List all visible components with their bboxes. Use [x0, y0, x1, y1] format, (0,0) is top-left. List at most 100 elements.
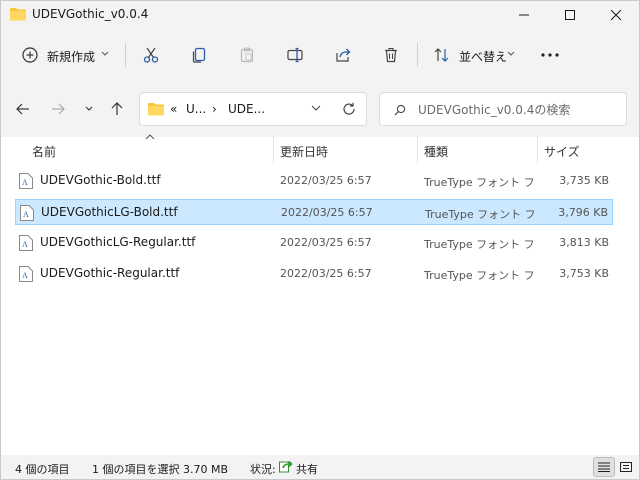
file-date: 2022/03/25 6:57 — [280, 174, 372, 187]
delete-button[interactable] — [377, 41, 405, 69]
cut-button[interactable] — [137, 41, 165, 69]
selection-info: 1 個の項目を選択 3.70 MB — [92, 463, 229, 476]
item-count: 4 個の項目 — [15, 463, 70, 476]
font-file-icon: A — [20, 205, 34, 221]
file-row[interactable]: A UDEVGothicLG-Bold.ttf 2022/03/25 6:57 … — [15, 199, 613, 225]
breadcrumb-overflow[interactable]: « — [170, 102, 177, 116]
font-file-icon: A — [19, 173, 33, 189]
back-button[interactable] — [11, 97, 35, 121]
column-size[interactable]: サイズ — [544, 143, 580, 160]
svg-text:A: A — [22, 178, 28, 187]
search-icon — [394, 104, 406, 116]
file-size: 3,753 KB — [559, 267, 609, 280]
file-list: 名前 更新日時 種類 サイズ A UDEVGothic-Bold.ttf 202… — [1, 134, 639, 455]
scissors-icon — [143, 47, 159, 63]
file-name: UDEVGothic-Bold.ttf — [40, 173, 161, 187]
forward-button[interactable] — [46, 97, 70, 121]
explorer-window: UDEVGothic_v0.0.4 新規作成 並べ替え « U... › UDE… — [0, 0, 640, 480]
file-date: 2022/03/25 6:57 — [280, 236, 372, 249]
status-bar: 4 個の項目 1 個の項目を選択 3.70 MB 状況: 共有 — [1, 455, 639, 479]
file-type: TrueType フォント フ... — [424, 269, 534, 282]
toolbar-divider — [125, 43, 126, 67]
file-name: UDEVGothicLG-Bold.ttf — [41, 205, 178, 219]
file-row[interactable]: A UDEVGothicLG-Regular.ttf 2022/03/25 6:… — [15, 230, 613, 256]
arrow-right-icon — [52, 103, 65, 115]
chevron-down-icon — [101, 51, 109, 56]
column-name[interactable]: 名前 — [32, 143, 56, 160]
minimize-icon — [519, 14, 529, 16]
copy-icon — [192, 47, 206, 63]
more-dots-icon — [541, 53, 559, 57]
column-divider[interactable] — [273, 137, 274, 163]
up-button[interactable] — [105, 97, 129, 121]
close-icon — [611, 10, 621, 20]
maximize-icon — [565, 10, 575, 20]
minimize-button[interactable] — [501, 1, 547, 29]
folder-icon — [148, 103, 164, 116]
search-input[interactable] — [418, 101, 618, 119]
svg-text:A: A — [22, 271, 28, 280]
file-name: UDEVGothic-Regular.ttf — [40, 266, 180, 280]
arrow-up-icon — [111, 102, 123, 115]
toolbar-divider — [417, 43, 418, 67]
breadcrumb-item[interactable]: UDE... — [228, 102, 265, 116]
tiles-view-button[interactable] — [615, 457, 637, 477]
file-type: TrueType フォント フ... — [424, 176, 534, 189]
breadcrumb-item[interactable]: U... — [186, 102, 206, 116]
copy-button[interactable] — [185, 41, 213, 69]
sort-button-label: 並べ替え — [459, 50, 508, 64]
file-name: UDEVGothicLG-Regular.ttf — [40, 235, 196, 249]
more-options-button[interactable] — [534, 41, 566, 69]
column-header: 名前 更新日時 種類 サイズ — [1, 134, 639, 165]
trash-icon — [385, 47, 397, 63]
maximize-button[interactable] — [547, 1, 593, 29]
share-status: 共有 — [296, 463, 318, 476]
file-date: 2022/03/25 6:57 — [281, 206, 373, 219]
sort-button[interactable]: 並べ替え — [427, 39, 521, 71]
share-button[interactable] — [329, 41, 357, 69]
rename-icon — [287, 47, 303, 63]
address-bar[interactable]: « U... › UDE... — [139, 92, 367, 126]
tiles-view-icon — [620, 462, 632, 472]
folder-icon — [10, 7, 26, 21]
chevron-down-icon — [507, 51, 515, 56]
column-type[interactable]: 種類 — [424, 143, 448, 160]
file-size: 3,796 KB — [558, 206, 608, 219]
file-type: TrueType フォント フ... — [425, 208, 535, 221]
column-divider[interactable] — [537, 137, 538, 163]
column-date[interactable]: 更新日時 — [280, 143, 328, 160]
state-label: 状況: — [250, 463, 276, 476]
file-size: 3,735 KB — [559, 174, 609, 187]
share-icon — [336, 48, 351, 62]
plus-circle-icon — [22, 47, 38, 63]
search-box[interactable] — [379, 92, 627, 126]
navigation-bar: « U... › UDE... — [1, 81, 639, 137]
details-view-button[interactable] — [593, 457, 615, 477]
chevron-down-icon — [85, 106, 93, 111]
svg-text:A: A — [23, 210, 29, 219]
paste-button[interactable] — [233, 41, 261, 69]
close-button[interactable] — [593, 1, 639, 29]
sort-arrows-icon — [434, 48, 449, 62]
font-file-icon: A — [19, 266, 33, 282]
window-title: UDEVGothic_v0.0.4 — [32, 7, 149, 21]
paste-icon — [240, 47, 254, 63]
chevron-down-icon[interactable] — [311, 105, 321, 112]
details-view-icon — [598, 462, 610, 472]
file-date: 2022/03/25 6:57 — [280, 267, 372, 280]
svg-text:A: A — [22, 240, 28, 249]
file-row[interactable]: A UDEVGothic-Regular.ttf 2022/03/25 6:57… — [15, 261, 613, 287]
breadcrumb-separator[interactable]: › — [212, 102, 217, 116]
column-divider[interactable] — [417, 137, 418, 163]
font-file-icon: A — [19, 235, 33, 251]
sort-up-caret-icon — [145, 134, 155, 140]
recent-locations-button[interactable] — [77, 97, 101, 121]
rename-button[interactable] — [281, 41, 309, 69]
command-bar: 新規作成 並べ替え — [1, 29, 639, 81]
refresh-icon[interactable] — [342, 102, 356, 116]
file-type: TrueType フォント フ... — [424, 238, 534, 251]
file-size: 3,813 KB — [559, 236, 609, 249]
new-button[interactable]: 新規作成 — [15, 39, 115, 71]
file-row[interactable]: A UDEVGothic-Bold.ttf 2022/03/25 6:57 Tr… — [15, 168, 613, 194]
arrow-left-icon — [16, 103, 29, 115]
